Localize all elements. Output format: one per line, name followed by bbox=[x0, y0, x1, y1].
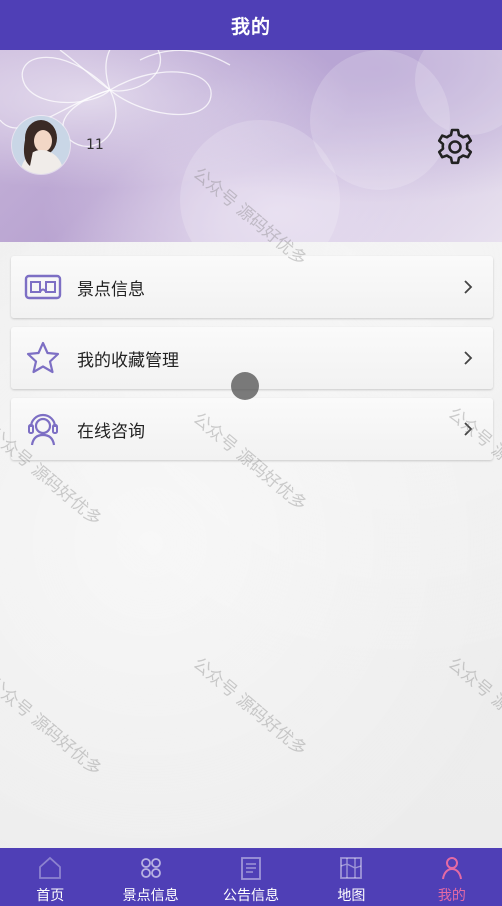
chevron-right-icon bbox=[464, 280, 473, 294]
settings-button[interactable] bbox=[434, 126, 476, 168]
tab-label: 公告信息 bbox=[223, 888, 280, 904]
menu-list: 景点信息 我的收藏管理 在线咨询 bbox=[11, 256, 493, 469]
watermark: 公众号 源码好优多 bbox=[0, 673, 106, 781]
username: 11 bbox=[86, 137, 104, 153]
watermark: 公众号 源码好优多 bbox=[188, 653, 311, 761]
tab-label: 景点信息 bbox=[122, 888, 179, 904]
tab-label: 地图 bbox=[337, 888, 366, 904]
tab-map[interactable]: 地图 bbox=[301, 848, 401, 906]
grid-icon bbox=[140, 858, 161, 878]
menu-item-label: 景点信息 bbox=[77, 279, 145, 300]
menu-item-label: 在线咨询 bbox=[77, 421, 145, 442]
menu-item-scenic-info[interactable]: 景点信息 bbox=[11, 256, 493, 318]
page-title: 我的 bbox=[230, 15, 271, 38]
tab-home[interactable]: 首页 bbox=[0, 848, 100, 906]
user-icon bbox=[441, 857, 462, 880]
vr-glasses-icon bbox=[23, 267, 63, 307]
tab-label: 我的 bbox=[437, 888, 466, 904]
bottom-tab-bar: 首页 景点信息 公告信息 地图 我的 bbox=[0, 848, 502, 906]
notice-icon bbox=[241, 857, 261, 880]
profile-banner: 11 bbox=[0, 50, 502, 242]
top-bar: 我的 bbox=[0, 0, 502, 50]
tab-notices[interactable]: 公告信息 bbox=[201, 848, 301, 906]
avatar[interactable] bbox=[12, 116, 70, 174]
tab-mine[interactable]: 我的 bbox=[402, 848, 502, 906]
tab-label: 首页 bbox=[36, 888, 65, 904]
support-agent-icon bbox=[23, 409, 63, 449]
home-icon bbox=[39, 856, 62, 879]
gear-icon bbox=[437, 128, 473, 165]
map-icon bbox=[340, 857, 363, 879]
menu-item-online-consult[interactable]: 在线咨询 bbox=[11, 398, 493, 460]
touch-indicator bbox=[231, 372, 259, 400]
watermark: 公众号 源码好优多 bbox=[443, 653, 502, 761]
banner-flower-art bbox=[0, 50, 502, 242]
star-icon bbox=[23, 338, 63, 378]
chevron-right-icon bbox=[464, 422, 473, 436]
menu-item-label: 我的收藏管理 bbox=[77, 350, 179, 371]
tab-scenic-info[interactable]: 景点信息 bbox=[100, 848, 200, 906]
chevron-right-icon bbox=[464, 351, 473, 365]
